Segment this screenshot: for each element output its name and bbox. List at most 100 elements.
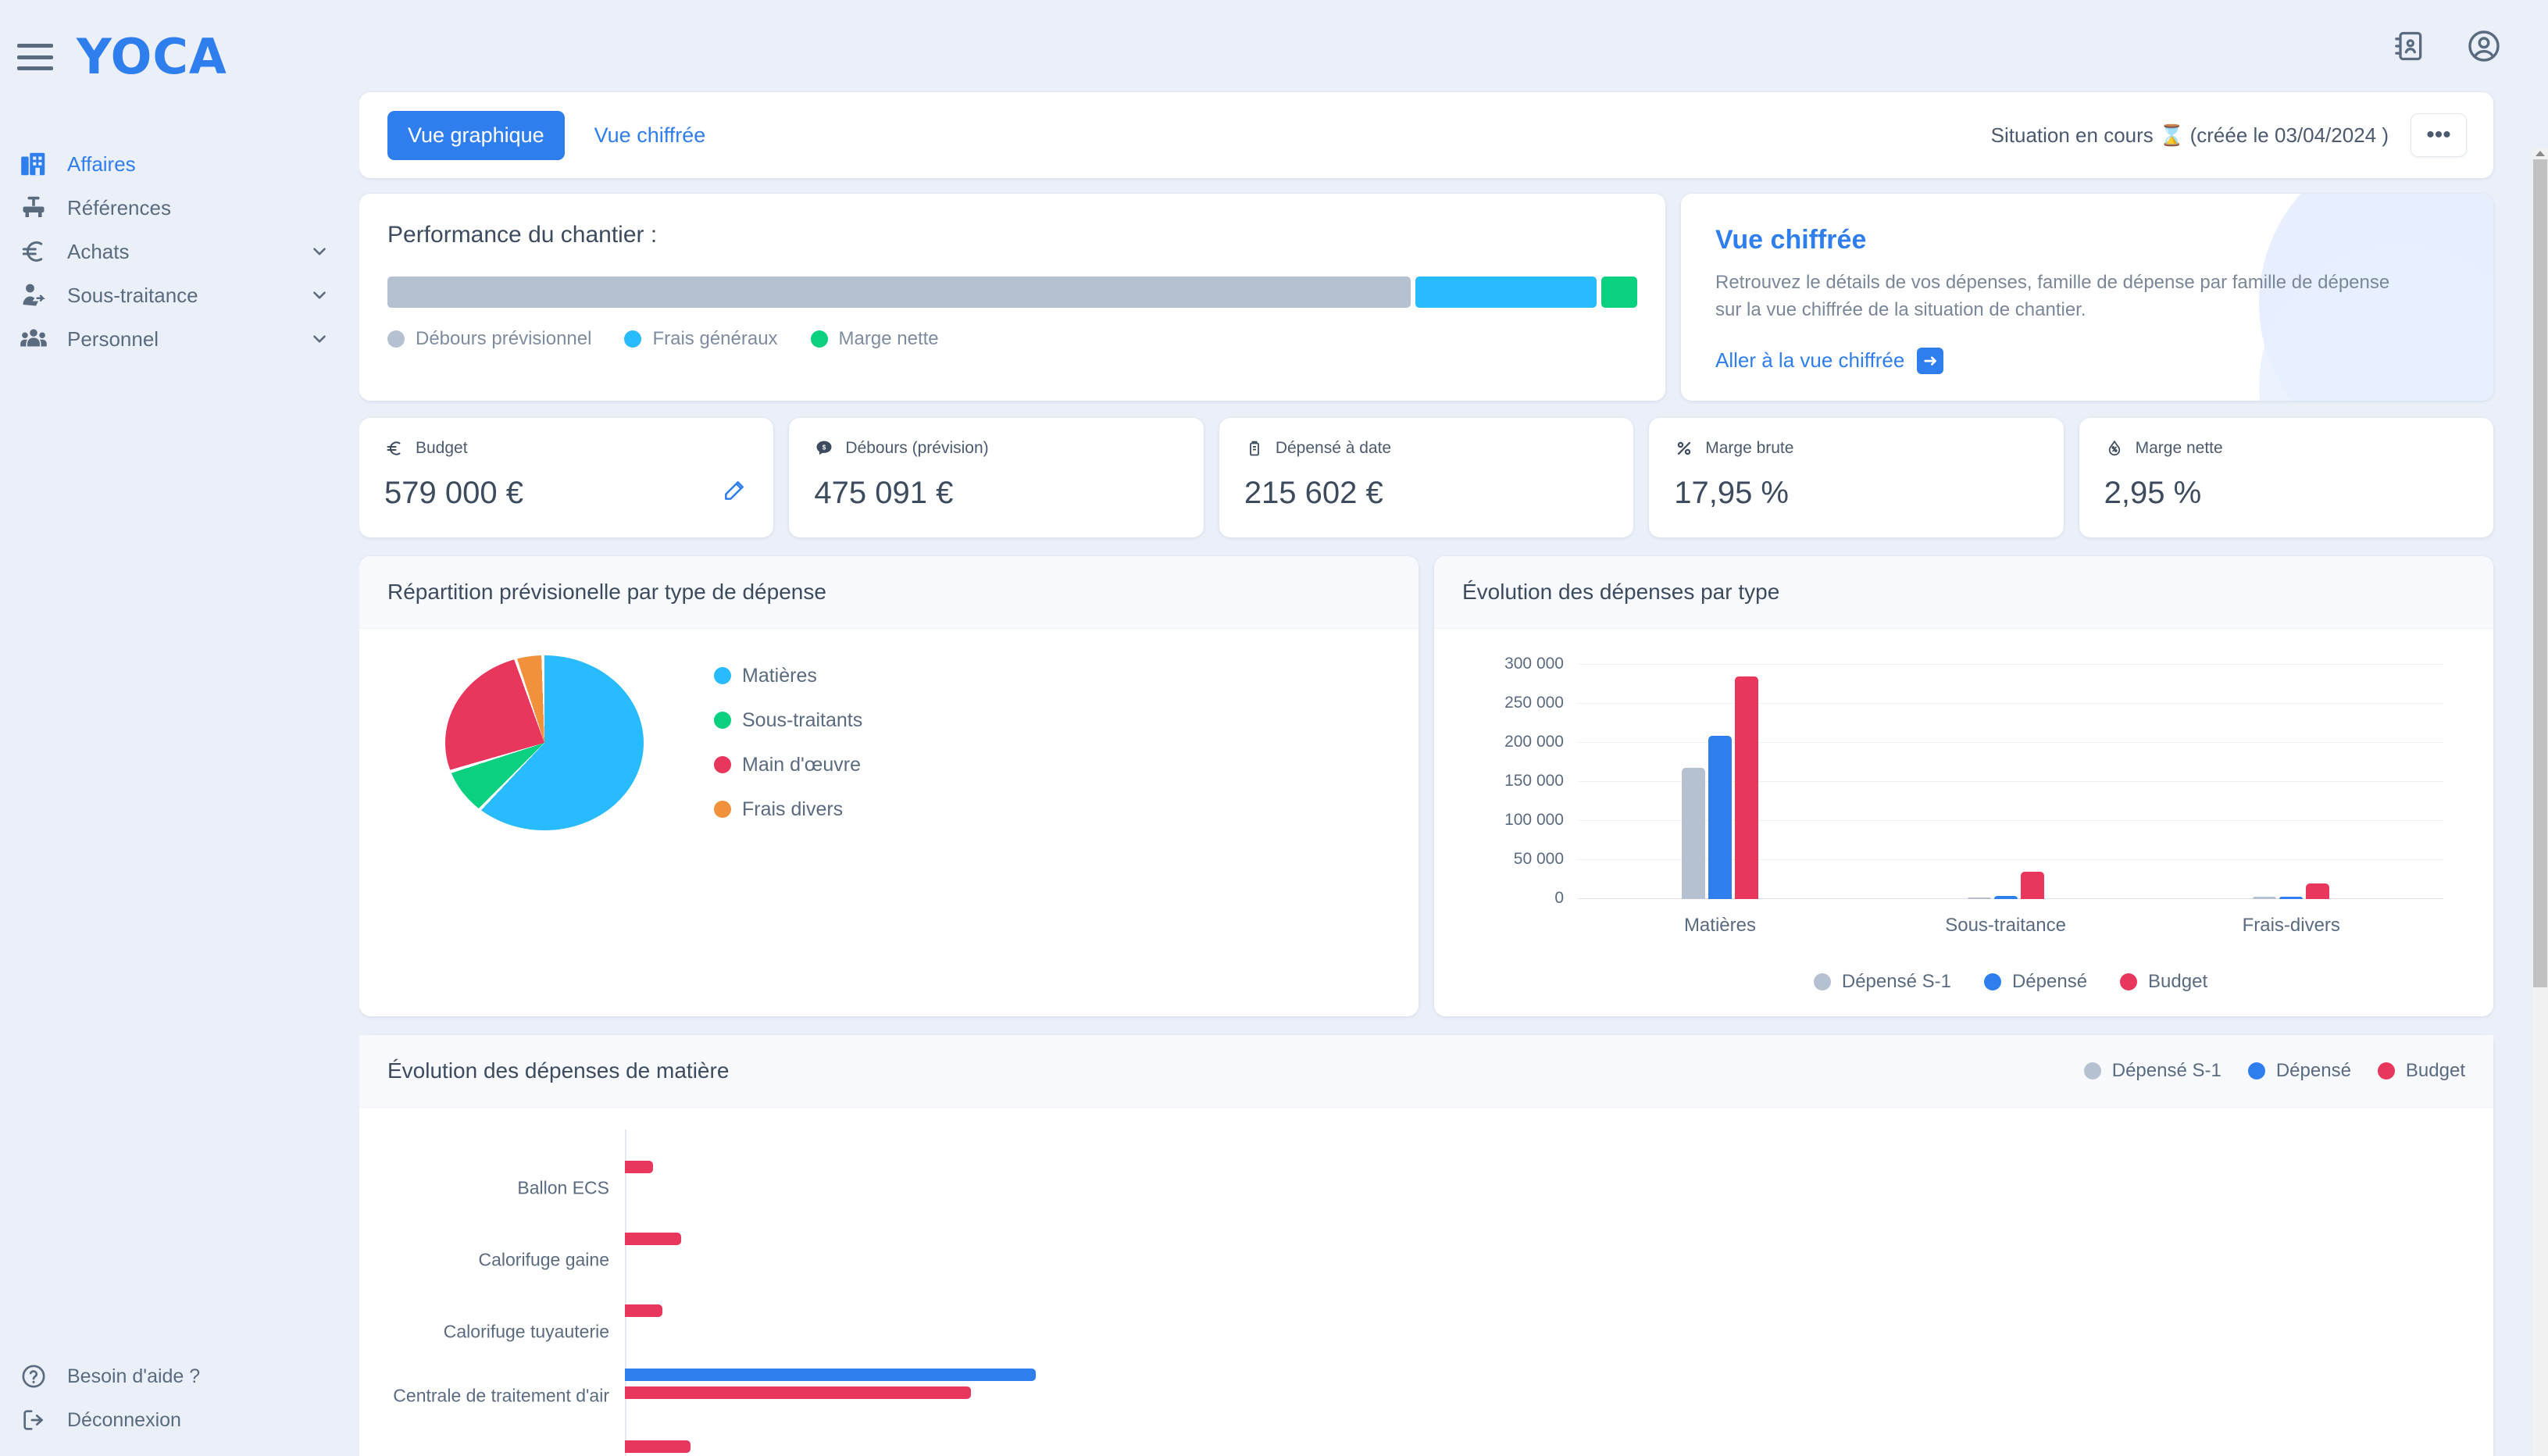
gridline: 300 000 xyxy=(1504,655,2443,673)
legend-label: Budget xyxy=(2148,970,2208,992)
legend-item[interactable]: Dépensé S-1 xyxy=(1813,970,1951,993)
y-tick-label: 200 000 xyxy=(1504,732,1564,751)
kpi-budget: Budget 579 000 € xyxy=(359,417,774,537)
hbar-row-calorifuge-gaine: Calorifuge gaine xyxy=(478,1232,2493,1287)
legend-item[interactable]: Dépensé S-1 xyxy=(2083,1060,2221,1082)
sidebar-item-label: Affaires xyxy=(67,152,136,176)
legend-label: Frais généraux xyxy=(652,328,778,349)
legend-dot-sous-traitants xyxy=(714,712,731,730)
sidebar-item-personnel[interactable]: Personnel xyxy=(0,317,359,361)
vue-chiffree-title: Vue chiffrée xyxy=(1715,225,1867,255)
legend-item[interactable]: Budget xyxy=(2120,971,2207,993)
legend-label: Dépensé xyxy=(2011,970,2088,992)
vue-chiffree-description: Retrouvez le détails de vos dépenses, fa… xyxy=(1715,272,2390,320)
sidebar-item-achats[interactable]: Achats xyxy=(0,230,359,273)
performance-row: Performance du chantier : Débours prévis… xyxy=(359,194,2493,401)
legend-dot-matieres xyxy=(714,667,731,685)
legend-label: Budget xyxy=(2405,1059,2465,1081)
link-label: Aller à la vue chiffrée xyxy=(1715,348,1905,373)
bar-depense[interactable] xyxy=(1708,735,1732,899)
hbar-depense[interactable] xyxy=(625,1368,1037,1381)
sidebar-item-logout[interactable]: Déconnexion xyxy=(0,1398,359,1442)
legend-item[interactable]: Main d'œuvre xyxy=(714,754,862,776)
kpi-value: 579 000 € xyxy=(384,475,523,510)
bar-budget[interactable] xyxy=(1734,676,1758,899)
vertical-scrollbar[interactable] xyxy=(2532,148,2548,1456)
euro-icon xyxy=(17,235,50,268)
bar-chart-body: 300 000 250 000 200 000 150 000 100 000 … xyxy=(1434,629,2493,1016)
sidebar-item-label: Déconnexion xyxy=(67,1408,181,1431)
kpi-marge-nette: Marge nette 2,95 % xyxy=(2079,417,2494,537)
kpi-value: 2,95 % xyxy=(2104,475,2202,510)
bar-depense[interactable] xyxy=(2279,896,2304,899)
hbar-chart-plot: Ballon ECS Calorifuge gaine Calorifuge t… xyxy=(359,1108,2493,1456)
performance-card: Performance du chantier : Débours prévis… xyxy=(359,194,1665,401)
legend-item[interactable]: Matières xyxy=(714,665,862,687)
hbar-budget[interactable] xyxy=(625,1160,653,1173)
sidebar-header: YOCA xyxy=(0,0,359,81)
hbar-budget[interactable] xyxy=(625,1440,691,1453)
kpi-row: Budget 579 000 € $ Débours (prévision) 4… xyxy=(359,417,2494,537)
kpi-label: Budget xyxy=(416,438,468,457)
sidebar-item-references[interactable]: Références xyxy=(0,186,359,230)
kpi-label: Dépensé à date xyxy=(1275,438,1392,457)
scrollbar-thumb[interactable] xyxy=(2533,159,2547,987)
legend-item[interactable]: Budget xyxy=(2377,1059,2465,1082)
bar-depense-s1[interactable] xyxy=(1681,767,1705,899)
x-tick-label: Matières xyxy=(1683,914,1756,936)
contact-book-icon[interactable] xyxy=(2389,26,2429,66)
kpi-value: 215 602 € xyxy=(1244,475,1383,510)
hbar-budget[interactable] xyxy=(625,1386,971,1399)
category-label: Centrale de traitement d'air xyxy=(393,1385,609,1406)
scroll-up-arrow-icon[interactable] xyxy=(2532,148,2548,159)
legend-item[interactable]: Frais divers xyxy=(714,798,862,821)
segment-frais-generaux[interactable] xyxy=(1415,277,1597,308)
bar-depense-s1[interactable] xyxy=(1967,897,1991,899)
bar-depense[interactable] xyxy=(1993,895,2018,899)
bar-budget[interactable] xyxy=(2020,871,2044,899)
tab-vue-graphique[interactable]: Vue graphique xyxy=(387,110,565,160)
edit-pencil-icon[interactable] xyxy=(722,478,747,503)
tab-vue-chiffree[interactable]: Vue chiffrée xyxy=(574,111,726,160)
hamburger-menu-icon[interactable] xyxy=(17,44,53,70)
sidebar-item-label: Achats xyxy=(67,239,130,263)
bar-group-sous-traitance: Sous-traitance xyxy=(1945,871,2066,936)
legend-item[interactable]: Dépensé xyxy=(1983,970,2088,993)
bar-depense-s1[interactable] xyxy=(2253,896,2277,899)
hbar-row-calorifuge-tuyauterie: Calorifuge tuyauterie xyxy=(444,1304,2493,1359)
chevron-down-icon[interactable] xyxy=(309,241,330,262)
bar-budget[interactable] xyxy=(2306,883,2330,899)
legend-dot-grey xyxy=(387,330,405,348)
hbar-budget[interactable] xyxy=(625,1304,662,1317)
account-circle-icon[interactable] xyxy=(2464,26,2504,66)
sidebar-item-affaires[interactable]: Affaires xyxy=(0,142,359,186)
legend-dot-main-doeuvre xyxy=(714,756,731,774)
receipt-icon xyxy=(1244,438,1265,459)
sidebar: YOCA Affaires Références Achats Sous-tra… xyxy=(0,0,359,1456)
y-tick-label: 150 000 xyxy=(1504,771,1564,790)
legend-label: Dépensé xyxy=(2275,1059,2351,1081)
logout-icon xyxy=(17,1404,50,1436)
bar-chart-title: Évolution des dépenses par type xyxy=(1434,555,2493,629)
chevron-down-icon[interactable] xyxy=(309,329,330,349)
segment-marge-nette[interactable] xyxy=(1601,277,1638,308)
legend-dot-budget xyxy=(2377,1062,2395,1080)
segment-debours-previsionnel[interactable] xyxy=(387,277,1411,308)
legend-item[interactable]: Sous-traitants xyxy=(714,709,862,732)
chevron-down-icon[interactable] xyxy=(309,285,330,305)
legend-label: Dépensé S-1 xyxy=(1841,970,1951,992)
hbar-budget[interactable] xyxy=(625,1232,681,1245)
x-tick-label: Frais-divers xyxy=(2242,914,2340,936)
bar-chart-legend: Dépensé S-1 Dépensé Budget xyxy=(1578,971,2443,993)
go-to-vue-chiffree-link[interactable]: Aller à la vue chiffrée ➜ xyxy=(1715,347,1944,374)
sidebar-item-help[interactable]: Besoin d'aide ? xyxy=(0,1354,359,1398)
pie-chart-legend: Matières Sous-traitants Main d'œuvre Fra… xyxy=(714,665,862,821)
sidebar-item-sous-traitance[interactable]: Sous-traitance xyxy=(0,273,359,317)
more-options-button[interactable]: ••• xyxy=(2411,113,2467,157)
situation-status-text: Situation en cours ⌛ (créée le 03/04/202… xyxy=(1990,123,2389,147)
legend-item[interactable]: Dépensé xyxy=(2247,1059,2351,1082)
sidebar-item-label: Sous-traitance xyxy=(67,283,198,307)
main-content: Vue graphique Vue chiffrée Situation en … xyxy=(359,92,2548,1456)
legend-label: Matières xyxy=(742,664,817,687)
pie-chart[interactable] xyxy=(445,655,644,830)
